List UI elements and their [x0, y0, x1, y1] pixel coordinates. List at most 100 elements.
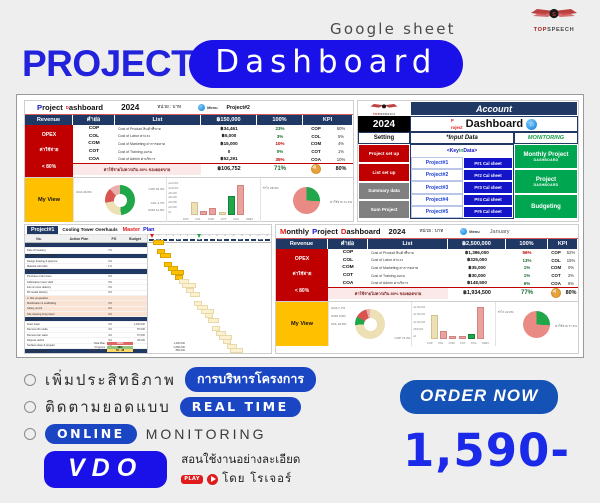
gauge-icon	[551, 288, 561, 299]
month-selector[interactable]: January	[490, 229, 510, 235]
vdo-badge[interactable]: VDO	[44, 451, 168, 488]
gantt-task-budget: 87,000	[137, 328, 145, 332]
bullet-text-1: เพิ่มประสิทธิภาพ	[45, 370, 176, 389]
vdo-description-group: สอนใช้งานอย่างละเอียด PLAY โดย โรเจอร์	[181, 451, 300, 488]
wings-logo-icon	[370, 103, 398, 108]
bar-opex	[476, 307, 484, 339]
row-list: Cost of Training อบรม	[118, 149, 152, 154]
feature-bullets: เพิ่มประสิทธิภาพ การบริหารโครงการ ติดตาม…	[24, 366, 317, 447]
row-amount: ฿15,000	[220, 140, 238, 146]
gantt-task-pct: 1%	[108, 264, 112, 268]
row-kpi-val: 52%	[566, 250, 576, 256]
row-amount: 0	[227, 149, 231, 155]
project-name[interactable]: Project#5	[411, 205, 463, 219]
gantt-task-text: Fill media delivery	[27, 291, 48, 295]
monthly-revenue-group: OPEX ค่าใช้จ่าย < 80%	[276, 249, 328, 301]
row-amount: ฿325,000	[467, 257, 487, 263]
project-sheet-button[interactable]: P#2 Cal sheet	[463, 169, 513, 182]
project-sheet-button[interactable]: P#4 Cal sheet	[463, 193, 513, 206]
bar-x-labels: COP COL COM COT COA OPEX	[182, 218, 254, 221]
logo-speech-text: SPEECH	[380, 111, 396, 116]
page-title: PROJECT Dashboard	[22, 40, 464, 88]
project-rows: COP Cost of Product สินค้าที่ขาย ฿34,461…	[73, 125, 353, 177]
project-menu-button[interactable]: Menu	[198, 104, 218, 111]
row-kpi-abbr: COP	[311, 126, 321, 132]
list-item[interactable]: Project#5 P#5 Cal sheet	[411, 205, 513, 219]
monthly-table-header: Revenue คำย่อ List ฿2,500,000 100% KPI	[276, 239, 578, 249]
bar-cot	[218, 212, 226, 215]
account-title: Account	[410, 101, 578, 116]
vdo-author: โดย โรเจอร์	[222, 471, 293, 485]
sidebar-item-list-setup[interactable]: List set up	[358, 162, 410, 182]
project-sheet-button[interactable]: P#1 Cal sheet	[463, 157, 513, 170]
row-kpi-val: 5%	[337, 133, 345, 139]
row-kpi-val: 4%	[337, 141, 345, 147]
sidebar-item-summary-data[interactable]: Summary data	[358, 181, 410, 201]
project-name[interactable]: Project#2	[411, 169, 463, 182]
table-row: COA Cost of Admin ค่าบริหาร ฿52,291 35% …	[73, 155, 353, 163]
pie-icon	[523, 310, 551, 338]
bar-com	[209, 208, 217, 215]
monthly-bar-chart: ฿2,000,000 ฿1,500,000 ฿1,000,000 ฿500,000 ฿0…	[411, 302, 494, 346]
list-item[interactable]: Project#1 P#1 Cal sheet	[411, 157, 513, 170]
home-icon[interactable]: ⌂	[526, 118, 538, 130]
account-logo: TOPSPEECH	[358, 101, 410, 116]
sidebar-item-sum-project[interactable]: Sum Project	[358, 200, 410, 219]
gantt-task-text: Purchase order issue	[27, 275, 52, 279]
project-bar-chart: ฿120,000 ฿100,000 ฿80,000 ฿60,000 ฿40,000 ฿20…	[166, 178, 259, 222]
gantt-month-bar: MARAPRMAYJUNJULAUG	[148, 238, 271, 242]
project-sheet-button[interactable]: P#3 Cal sheet	[463, 181, 513, 194]
bullet-row-2: ติดตามยอดแบบ REAL TIME	[24, 393, 316, 420]
row-kpi-val: 1%	[337, 149, 345, 155]
gantt-task-text: Remove fill media	[27, 328, 48, 332]
project-name[interactable]: Project#1	[411, 157, 463, 170]
gantt-bar	[152, 240, 164, 246]
row-pct: 1%	[523, 265, 531, 271]
project-sheet-button[interactable]: P#5 Cal sheet	[463, 205, 513, 219]
list-item[interactable]: Project#3 P#3 Cal sheet	[411, 181, 513, 194]
gantt-month-cell	[250, 238, 258, 242]
setting-header: Setting	[358, 132, 410, 144]
tile-budgeting[interactable]: Budgeting	[514, 194, 578, 219]
project-unit: หน่วย : บาท	[157, 104, 182, 109]
total-pct: 77%	[520, 290, 533, 297]
gantt-task-pct: 3%	[108, 280, 112, 284]
row-amount: ฿52,291	[220, 156, 238, 162]
col-percent: 100%	[506, 239, 548, 249]
gauge-icon	[311, 164, 321, 175]
gantt-month-cell	[168, 238, 176, 242]
row-abbr: COM	[88, 141, 100, 147]
list-item[interactable]: Project#2 P#2 Cal sheet	[411, 169, 513, 182]
footer-label: Budget Used	[90, 349, 105, 352]
play-button-icon[interactable]	[207, 473, 219, 485]
row-kpi-val: 10%	[336, 156, 346, 162]
m-title-onthly: onthly	[286, 227, 310, 236]
gantt-task-pct: 4%	[108, 333, 112, 337]
bullet-circle-icon	[24, 427, 36, 440]
table-row: COM Cost of Marketing ค่าการตลาด ฿35,000…	[328, 264, 578, 272]
col-revenue: Revenue	[276, 239, 328, 249]
bar-x-labels: COP COL COM COT COA OPEX	[426, 342, 489, 345]
tile-monthly-project[interactable]: Monthly Project DASHBOARD	[514, 144, 578, 169]
gantt-header: Project#1 Cooling Tower Overhauls Master…	[25, 225, 271, 235]
row-kpi-abbr: COP	[551, 250, 561, 256]
bullet-row-3: ONLINE MONITORING	[24, 420, 316, 447]
account-logo-text: TOPSPEECH	[373, 112, 395, 116]
row-abbr: COT	[88, 149, 100, 155]
gantt-month-cell: JUL	[236, 238, 244, 242]
row-kpi-abbr: COT	[311, 149, 321, 155]
sidebar-item-project-setup[interactable]: Project set up	[358, 144, 410, 163]
list-item[interactable]: Project#4 P#4 Cal sheet	[411, 193, 513, 206]
project-name[interactable]: Project#4	[411, 193, 463, 206]
col-list: List	[115, 115, 201, 125]
row-list: Cost of Training อบรม	[371, 273, 405, 278]
row-kpi-abbr: COL	[311, 133, 321, 139]
row-list: Cost of Labor ค่าแรง	[371, 258, 404, 263]
row-amount: ฿5,000	[221, 133, 237, 139]
order-now-button[interactable]: ORDER NOW	[400, 380, 559, 414]
bullet-circle-icon	[24, 400, 36, 413]
project-name[interactable]: Project#3	[411, 181, 463, 194]
tile-project[interactable]: Project DASHBOARD	[514, 169, 578, 194]
kpi-gauge	[303, 164, 329, 175]
monthly-menu-button[interactable]: Menu	[460, 228, 480, 235]
